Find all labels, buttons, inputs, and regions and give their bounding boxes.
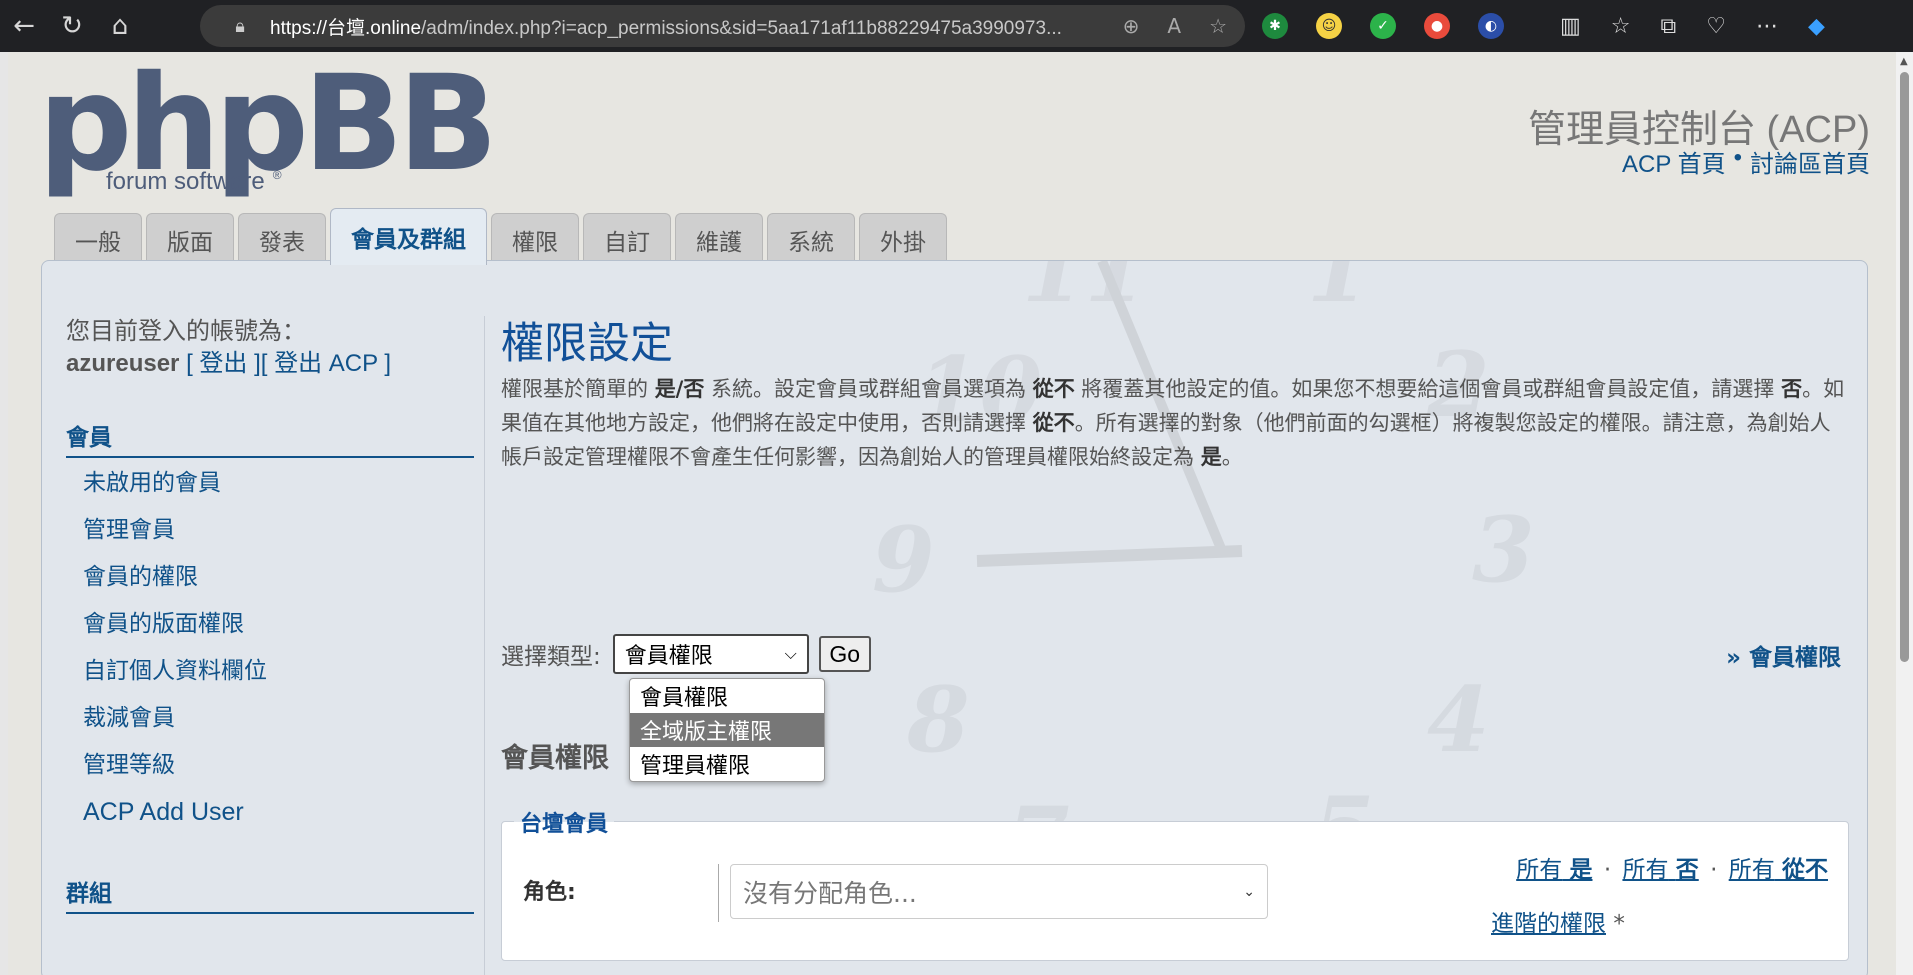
svg-text:11: 11 (1022, 261, 1147, 323)
select-type-row: 選擇類型: 會員權限 ⌵ Go » 會員權限 (501, 634, 1851, 674)
sidebar-divider (484, 316, 485, 975)
sidebar: 您目前登入的帳號為： azureuser [ 登出 ][ 登出 ACP ] 會員… (66, 316, 474, 914)
permission-type-select[interactable]: 會員權限 ⌵ (612, 634, 809, 674)
dropdown-option-global-moderator[interactable]: 全域版主權限 (630, 713, 824, 747)
sidebar-item-custom-profile-fields[interactable]: 自訂個人資料欄位 (66, 646, 474, 693)
extension-puzzle-icon[interactable]: ✱ (1262, 13, 1288, 39)
main-tabs: 一般 版面 發表 會員及群組 權限 自訂 維護 系統 外掛 (54, 208, 947, 265)
permission-type-dropdown: 會員權限 全域版主權限 管理員權限 (629, 678, 825, 782)
zoom-icon[interactable]: ⊕ (1123, 14, 1140, 38)
acp-home-link[interactable]: ACP 首頁 (1622, 144, 1726, 179)
sidebar-item-prune-users[interactable]: 裁減會員 (66, 693, 474, 740)
bullet-separator: • (1733, 144, 1742, 171)
user-permissions-link[interactable]: » 會員權限 (1726, 638, 1841, 672)
user-fieldset: 台壇會員 角色: 沒有分配角色... ⌄ 所有 是 · 所有 否 · 所有 從不… (501, 806, 1849, 961)
sidebar-item-manage-ranks[interactable]: 管理等級 (66, 740, 474, 787)
home-icon[interactable]: ⌂ (96, 0, 144, 52)
logged-in-label: 您目前登入的帳號為： (66, 318, 306, 345)
phpbb-logo[interactable]: phpBB forum software ® (38, 58, 498, 204)
tab-permissions[interactable]: 權限 (491, 213, 579, 265)
tab-system[interactable]: 系統 (767, 213, 855, 265)
extension-chrome-icon[interactable]: ● (1424, 13, 1450, 39)
tab-posting[interactable]: 發表 (238, 213, 326, 265)
fieldset-legend: 台壇會員 (514, 806, 615, 838)
dropdown-option-admin-permissions[interactable]: 管理員權限 (630, 747, 824, 781)
svg-text:8: 8 (906, 667, 970, 773)
sidebar-item-inactive-users[interactable]: 未啟用的會員 (66, 458, 474, 505)
extension-smiley-icon[interactable]: ☺ (1316, 13, 1342, 39)
sidebar-item-manage-users[interactable]: 管理會員 (66, 505, 474, 552)
scrollbar[interactable]: ▲ (1896, 52, 1913, 975)
all-no-link[interactable]: 所有 否 (1622, 857, 1698, 883)
heart-icon[interactable]: ♡ (1706, 14, 1726, 39)
content-panel: 12 1 2 3 4 5 6 7 8 9 10 11 您目前登入的帳號為： az… (41, 260, 1868, 975)
more-icon[interactable]: ⋯ (1756, 14, 1778, 39)
extension-circle-icon[interactable]: ◐ (1478, 13, 1504, 39)
dropdown-option-user-permissions[interactable]: 會員權限 (630, 679, 824, 713)
sidebar-heading-users: 會員 (66, 418, 474, 458)
role-select[interactable]: 沒有分配角色... ⌄ (730, 864, 1268, 919)
svg-text:1: 1 (1307, 261, 1370, 323)
scrollbar-thumb[interactable] (1900, 72, 1909, 662)
sidebar-users-list: 未啟用的會員 管理會員 會員的權限 會員的版面權限 自訂個人資料欄位 裁減會員 … (66, 458, 474, 834)
advanced-permissions-link[interactable]: 進階的權限 (1491, 911, 1606, 937)
svg-text:9: 9 (872, 507, 935, 613)
copilot-icon[interactable]: ◆ (1808, 14, 1825, 39)
svg-text:4: 4 (1427, 667, 1490, 773)
refresh-icon[interactable]: ↻ (48, 0, 96, 52)
header-links: ACP 首頁 • 討論區首頁 (1622, 144, 1870, 179)
username: azureuser (66, 350, 180, 377)
section-title: 會員權限 (501, 743, 609, 774)
login-info: 您目前登入的帳號為： azureuser [ 登出 ][ 登出 ACP ] (66, 316, 474, 380)
sidebar-item-user-forum-permissions[interactable]: 會員的版面權限 (66, 599, 474, 646)
url-text[interactable]: https://台壇.online/adm/index.php?i=acp_pe… (270, 13, 1090, 40)
main-content: 權限設定 權限基於簡單的 是/否 系統。設定會員或群組會員選項為 從不 將覆蓋其… (501, 316, 1851, 961)
set-all-links: 所有 是 · 所有 否 · 所有 從不 (1516, 857, 1828, 883)
sidebar-item-acp-add-user[interactable]: ACP Add User (66, 787, 474, 834)
svg-text:3: 3 (1472, 497, 1535, 603)
tab-general[interactable]: 一般 (54, 213, 142, 265)
favorites-icon[interactable]: ☆ (1611, 14, 1631, 39)
collections-icon[interactable]: ⧉ (1661, 14, 1677, 39)
address-bar[interactable]: 🔒︎ https://台壇.online/adm/index.php?i=acp… (200, 5, 1245, 47)
read-aloud-icon[interactable]: A (1167, 14, 1181, 38)
tab-customise[interactable]: 自訂 (583, 213, 671, 265)
back-icon[interactable]: ← (0, 0, 48, 52)
page-description: 權限基於簡單的 是/否 系統。設定會員或群組會員選項為 從不 將覆蓋其他設定的值… (501, 377, 1845, 469)
role-label: 角色: (523, 880, 576, 905)
extension-shield-icon[interactable]: ✓ (1370, 13, 1396, 39)
tab-forums[interactable]: 版面 (146, 213, 234, 265)
browser-toolbar: ← ↻ ⌂ 🔒︎ https://台壇.online/adm/index.php… (0, 0, 1913, 52)
all-never-link[interactable]: 所有 從不 (1729, 857, 1828, 883)
select-type-label: 選擇類型: (501, 644, 601, 670)
forum-home-link[interactable]: 討論區首頁 (1750, 144, 1870, 179)
sidebar-heading-groups: 群組 (66, 874, 474, 914)
page: phpBB forum software ® 管理員控制台 (ACP) ACP 首… (8, 52, 1896, 975)
favorite-star-icon[interactable]: ☆ (1209, 14, 1227, 38)
scroll-up-icon[interactable]: ▲ (1900, 56, 1908, 67)
lock-icon: 🔒︎ (235, 15, 245, 37)
tab-extensions[interactable]: 外掛 (859, 213, 947, 265)
all-yes-link[interactable]: 所有 是 (1516, 857, 1592, 883)
chevron-down-icon: ⌵ (784, 644, 797, 663)
advanced-permissions: 進階的權限 * (1491, 911, 1625, 937)
tab-users-groups[interactable]: 會員及群組 (330, 208, 487, 265)
page-title: 權限設定 (501, 319, 673, 369)
split-screen-icon[interactable]: ▥ (1560, 14, 1581, 39)
sidebar-item-user-permissions[interactable]: 會員的權限 (66, 552, 474, 599)
role-separator (718, 864, 719, 922)
chevron-down-icon: ⌄ (1243, 883, 1255, 900)
tab-maintenance[interactable]: 維護 (675, 213, 763, 265)
go-button[interactable]: Go (818, 636, 871, 672)
logout-links[interactable]: [ 登出 ][ 登出 ACP ] (186, 350, 391, 377)
